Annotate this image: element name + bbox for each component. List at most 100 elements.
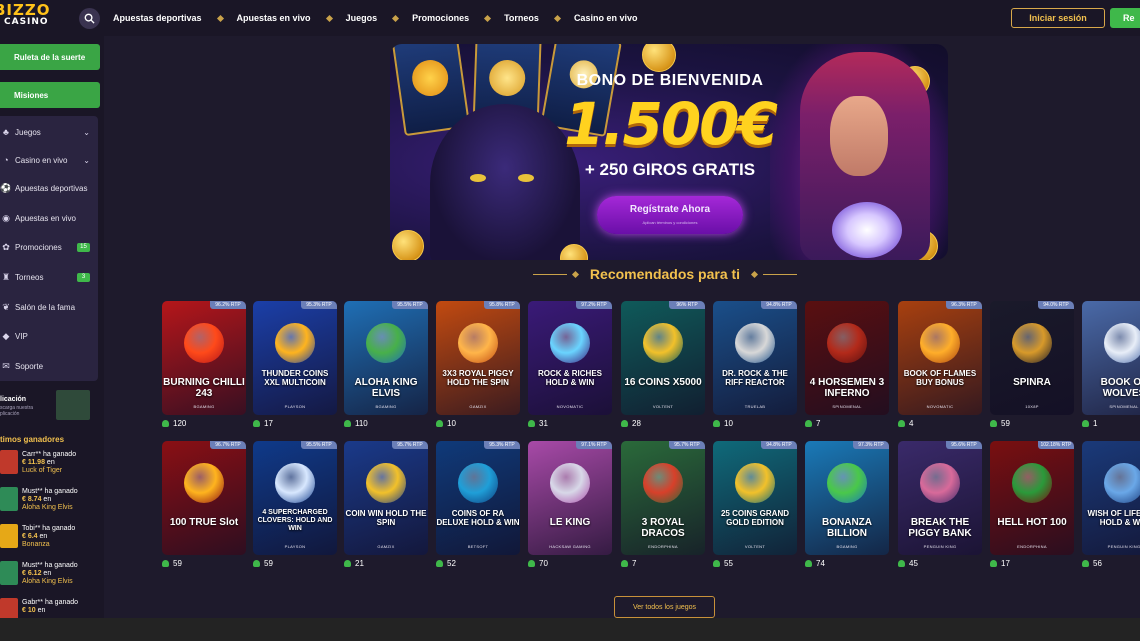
game-provider: HACKSAW GAMING [549, 544, 591, 549]
players-count: 52 [436, 559, 456, 568]
game-title: BOOK OF WOLVES [1100, 377, 1140, 399]
winner-item[interactable]: Must** ha ganado € 6.12 en Aloha King El… [0, 561, 100, 593]
game-provider: ENDORPHINA [1017, 544, 1047, 549]
free-spins-text: + 250 GIROS GRATIS [584, 160, 756, 179]
winner-item[interactable]: Tobi** ha ganado € 6.4 en Bonanza [0, 524, 100, 556]
rtp-badge: 95.5% RTP [392, 301, 428, 309]
game-provider: TRUELAB [744, 404, 766, 409]
winner-item[interactable]: Carr** ha ganado € 11.98 en Luck of Tige… [0, 450, 100, 482]
chevron-down-icon: ⌄ [83, 127, 90, 137]
sidebar-item-juegos[interactable]: ♣ Juegos ⌄ [0, 118, 98, 146]
rtp-badge: 96.2% RTP [210, 301, 246, 309]
game-tile[interactable]: 97.3% RTP BONANZA BILLION BGAMING [805, 441, 889, 555]
login-button[interactable]: Iniciar sesión [1011, 8, 1105, 28]
players-count: 120 [162, 419, 186, 428]
game-title: SPINRA [1013, 377, 1051, 388]
players-count: 1 [1082, 419, 1097, 428]
sidebar-item-casino-en-vivo[interactable]: ◔ Casino en vivo ⌄ [0, 146, 98, 174]
rtp-badge: 94.8% RTP [761, 301, 797, 309]
game-tile[interactable]: 96% RTP 16 COINS X5000 VOLTENT [621, 301, 705, 415]
game-tile[interactable]: 96.3% RTP BOOK OF FLAMES BUY BONUS NOVOMAT… [898, 301, 982, 415]
missions-button[interactable]: Misiones [0, 82, 100, 108]
game-tile[interactable]: 94.8% RTP DR. ROCK & THE RIFF REACTOR TRUE… [713, 301, 797, 415]
user-icon [621, 420, 628, 427]
game-tile[interactable]: 95.5% RTP ALOHA KING ELVIS BGAMING [344, 301, 428, 415]
user-icon [528, 420, 535, 427]
register-now-button[interactable]: Regístrate Ahora Aplican términos y cond… [597, 196, 743, 234]
count-badge: 3 [77, 272, 90, 282]
search-button[interactable] [79, 8, 100, 29]
welcome-bonus-banner[interactable]: BONO DE BIENVENIDA 1.500€ + 250 GIROS GR… [390, 44, 948, 260]
nav-apuestas-en-vivo[interactable]: Apuestas en vivo [216, 13, 311, 23]
game-provider: NOVOMATIC [556, 404, 584, 409]
user-icon [162, 420, 169, 427]
nav-apuestas-deportivas[interactable]: Apuestas deportivas [113, 13, 202, 23]
game-tile[interactable]: 95.7% RTP 3 ROYAL DRACOS ENDORPHINA [621, 441, 705, 555]
game-tile[interactable]: 94.8% RTP 25 COINS GRAND GOLD EDITION VOLT… [713, 441, 797, 555]
game-tile[interactable]: 95.3% RTP COINS OF RA DELUXE HOLD & WIN BE… [436, 441, 520, 555]
game-tile[interactable]: 96.2% RTP BURNING CHILLI 243 BGAMING [162, 301, 246, 415]
game-artwork [275, 463, 315, 503]
game-artwork [735, 323, 775, 363]
nav-torneos[interactable]: Torneos [484, 13, 539, 23]
sidebar-item-salon-de-la-fama[interactable]: ❦ Salón de la fama [0, 293, 98, 321]
view-all-games-button[interactable]: Ver todos los juegos [614, 596, 715, 618]
players-count: 45 [898, 559, 918, 568]
coin-image [392, 230, 424, 260]
game-tile[interactable]: WISH OF LIFETIME HOLD & WIN PENGUIN KING [1082, 441, 1140, 555]
game-tile[interactable]: 95.8% RTP 3X3 ROYAL PIGGY HOLD THE SPIN GA… [436, 301, 520, 415]
game-tile[interactable]: 96.7% RTP 100 TRUE Slot [162, 441, 246, 555]
players-count: 74 [805, 559, 825, 568]
game-title: BREAK THE PIGGY BANK [908, 517, 972, 539]
sidebar-item-soporte[interactable]: ✉ Soporte [0, 352, 98, 380]
game-tile[interactable]: 97.1% RTP LE KING HACKSAW GAMING [528, 441, 612, 555]
sidebar-item-apuestas-en-vivo[interactable]: ◉ Apuestas en vivo [0, 204, 98, 232]
coin-image [642, 44, 676, 72]
sidebar-item-vip[interactable]: ◆ VIP [0, 322, 98, 350]
game-title: 3 ROYAL DRACOS [641, 517, 685, 539]
rtp-badge: 96% RTP [669, 301, 705, 309]
cards-icon: ♣ [3, 127, 9, 137]
game-artwork [1104, 323, 1140, 363]
game-provider: ENDORPHINA [648, 544, 678, 549]
game-tile[interactable]: 95.7% RTP COIN WIN HOLD THE SPIN GAMZIX [344, 441, 428, 555]
user-icon [713, 560, 720, 567]
game-tile[interactable]: 95.5% RTP 4 SUPERCHARGED CLOVERS: HOLD AN… [253, 441, 337, 555]
game-title: THUNDER COINS XXL MULTICOIN [261, 369, 329, 387]
game-tile[interactable]: 95.3% RTP THUNDER COINS XXL MULTICOIN PLAY… [253, 301, 337, 415]
game-tile[interactable]: 102.18% RTP HELL HOT 100 ENDORPHINA [990, 441, 1074, 555]
logo-subtitle: CASINO [4, 17, 49, 27]
nav-separator-icon [216, 14, 224, 22]
game-tile[interactable]: 4 HORSEMEN 3 INFERNO SPINOMENAL [805, 301, 889, 415]
game-title: 4 HORSEMEN 3 INFERNO [809, 377, 885, 399]
register-button[interactable]: Re [1110, 8, 1140, 28]
game-thumbnail [0, 561, 18, 585]
game-tile[interactable]: BOOK OF WOLVES SPINOMENAL [1082, 301, 1140, 415]
rtp-badge: 95.5% RTP [301, 441, 337, 449]
nav-casino-en-vivo[interactable]: Casino en vivo [553, 13, 637, 23]
game-tile[interactable]: 97.2% RTP ROCK & RICHES HOLD & WIN NOVOMAT… [528, 301, 612, 415]
game-provider: NOVOMATIC [926, 404, 954, 409]
nav-promociones[interactable]: Promociones [392, 13, 469, 23]
sidebar-item-apuestas-deportivas[interactable]: ⚽ Apuestas deportivas [0, 174, 98, 202]
diamond-icon: ◆ [2, 330, 10, 341]
app-subtitle: scarga nuestra plicación [0, 405, 34, 417]
game-artwork [643, 323, 683, 363]
sidebar-item-torneos[interactable]: ♜ Torneos 3 [0, 263, 98, 291]
wheel-of-fortune-button[interactable]: Ruleta de la suerte [0, 44, 100, 70]
phone-image [56, 390, 90, 420]
game-artwork [275, 323, 315, 363]
winner-item[interactable]: Must** ha ganado € 8.74 en Aloha King El… [0, 487, 100, 519]
players-count: 4 [898, 419, 913, 428]
nav-separator-icon [484, 14, 492, 22]
sidebar-item-promociones[interactable]: ✿ Promociones 15 [0, 233, 98, 261]
game-tile[interactable]: 94.0% RTP SPINRA 10X8P [990, 301, 1074, 415]
nav-juegos[interactable]: Juegos [325, 13, 377, 23]
game-tile[interactable]: 95.6% RTP BREAK THE PIGGY BANK PENGUIN KIN… [898, 441, 982, 555]
app-download-box[interactable]: licación scarga nuestra plicación [0, 390, 98, 420]
user-icon [990, 420, 997, 427]
logo[interactable]: BIZZO CASINO [0, 3, 54, 32]
players-count: 10 [713, 419, 733, 428]
user-icon [713, 420, 720, 427]
game-provider: SPINOMENAL [1109, 404, 1139, 409]
